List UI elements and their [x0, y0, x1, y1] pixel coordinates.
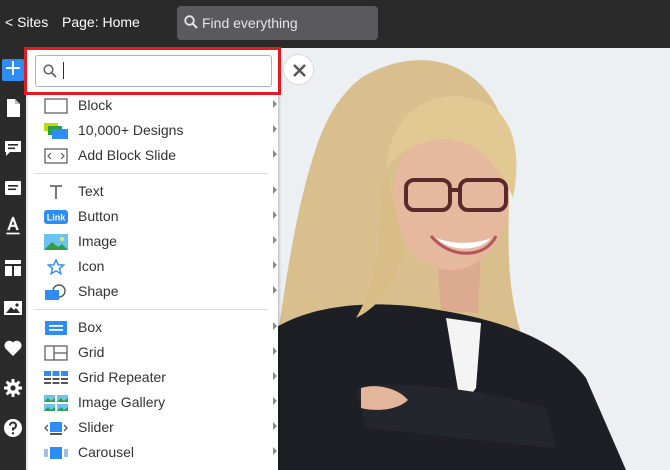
block-slide-icon [44, 148, 68, 164]
menu-item-text[interactable]: Text [28, 179, 278, 204]
menu-item-label: Grid [78, 344, 105, 360]
carousel-icon [44, 447, 68, 459]
chevron-right-icon [273, 236, 277, 244]
chevron-right-icon [273, 125, 277, 133]
layout-icon[interactable] [3, 258, 23, 278]
global-search-placeholder: Find everything [202, 15, 298, 31]
button-icon: Link [44, 210, 68, 224]
media-icon[interactable] [3, 298, 23, 318]
menu-item-icon[interactable]: Icon [28, 254, 278, 279]
chevron-right-icon [273, 211, 277, 219]
text-cursor [63, 62, 64, 79]
image-icon [44, 234, 68, 250]
search-icon [43, 64, 57, 78]
menu-item-label: Shape [78, 283, 119, 299]
top-bar: < Sites Page: Home Find everything [0, 0, 670, 48]
close-menu-button[interactable] [283, 54, 314, 85]
left-toolbar: + [0, 48, 26, 470]
text-icon [50, 185, 62, 199]
menu-item-image[interactable]: Image [28, 229, 278, 254]
chevron-right-icon [273, 447, 277, 455]
menu-item-grid-repeater[interactable]: Grid Repeater [28, 365, 278, 390]
menu-item-box[interactable]: Box [28, 315, 278, 340]
menu-item-label: Box [78, 319, 103, 335]
sites-link[interactable]: < Sites [5, 14, 48, 30]
heart-icon[interactable] [3, 338, 23, 358]
menu-divider [34, 173, 268, 174]
close-icon [293, 64, 306, 77]
add-element-menu: Block 10,000+ Designs Add Block Slide Te… [28, 88, 278, 470]
add-element-button[interactable]: + [2, 58, 24, 81]
menu-item-block[interactable]: Block [28, 93, 278, 118]
menu-item-grid[interactable]: Grid [28, 340, 278, 365]
menu-item-label: Button [78, 208, 119, 224]
chevron-right-icon [273, 261, 277, 269]
menu-divider [34, 309, 268, 310]
text-block-icon[interactable] [3, 178, 23, 198]
chevron-right-icon [273, 397, 277, 405]
element-search-field[interactable] [35, 55, 272, 87]
menu-item-label: Carousel [78, 444, 135, 460]
button-icon-badge: Link [47, 213, 66, 223]
menu-item-label: Image [78, 233, 117, 249]
chevron-right-icon [273, 422, 277, 430]
page-selector[interactable]: Page: Home [62, 14, 140, 30]
menu-item-label: Slider [78, 419, 114, 435]
help-icon[interactable] [3, 418, 23, 438]
menu-item-label: 10,000+ Designs [78, 122, 184, 138]
star-icon [46, 259, 66, 275]
grid-repeater-icon [44, 371, 68, 384]
page-icon[interactable] [3, 98, 23, 118]
menu-item-label: Add Block Slide [78, 147, 177, 163]
menu-item-slider[interactable]: Slider [28, 415, 278, 440]
designs-icon [44, 123, 68, 139]
shape-icon [45, 284, 66, 300]
image-gallery-icon [44, 395, 68, 411]
menu-item-button[interactable]: Link Button [28, 204, 278, 229]
menu-item-label: Image Gallery [78, 394, 166, 410]
menu-item-label: Text [78, 183, 104, 199]
gear-icon[interactable] [3, 378, 23, 398]
comment-icon[interactable] [3, 138, 23, 158]
menu-item-label: Icon [78, 258, 105, 274]
menu-item-add-block-slide[interactable]: Add Block Slide [28, 143, 278, 168]
chevron-right-icon [273, 286, 277, 294]
chevron-right-icon [273, 347, 277, 355]
chevron-right-icon [273, 186, 277, 194]
chevron-right-icon [273, 100, 277, 108]
menu-item-image-gallery[interactable]: Image Gallery [28, 390, 278, 415]
search-highlight-frame [24, 47, 281, 95]
grid-icon [44, 345, 68, 361]
box-icon [45, 321, 67, 335]
typography-icon[interactable] [3, 216, 23, 236]
menu-item-designs[interactable]: 10,000+ Designs [28, 118, 278, 143]
menu-item-label: Grid Repeater [78, 369, 166, 385]
chevron-right-icon [273, 322, 277, 330]
menu-item-label: Block [78, 97, 113, 113]
search-icon [184, 15, 198, 29]
menu-item-carousel[interactable]: Carousel [28, 440, 278, 465]
menu-item-shape[interactable]: Shape [28, 279, 278, 304]
global-search-field[interactable]: Find everything [177, 6, 378, 40]
chevron-right-icon [273, 150, 277, 158]
chevron-right-icon [273, 372, 277, 380]
block-icon [44, 98, 68, 114]
slider-icon [44, 422, 68, 435]
